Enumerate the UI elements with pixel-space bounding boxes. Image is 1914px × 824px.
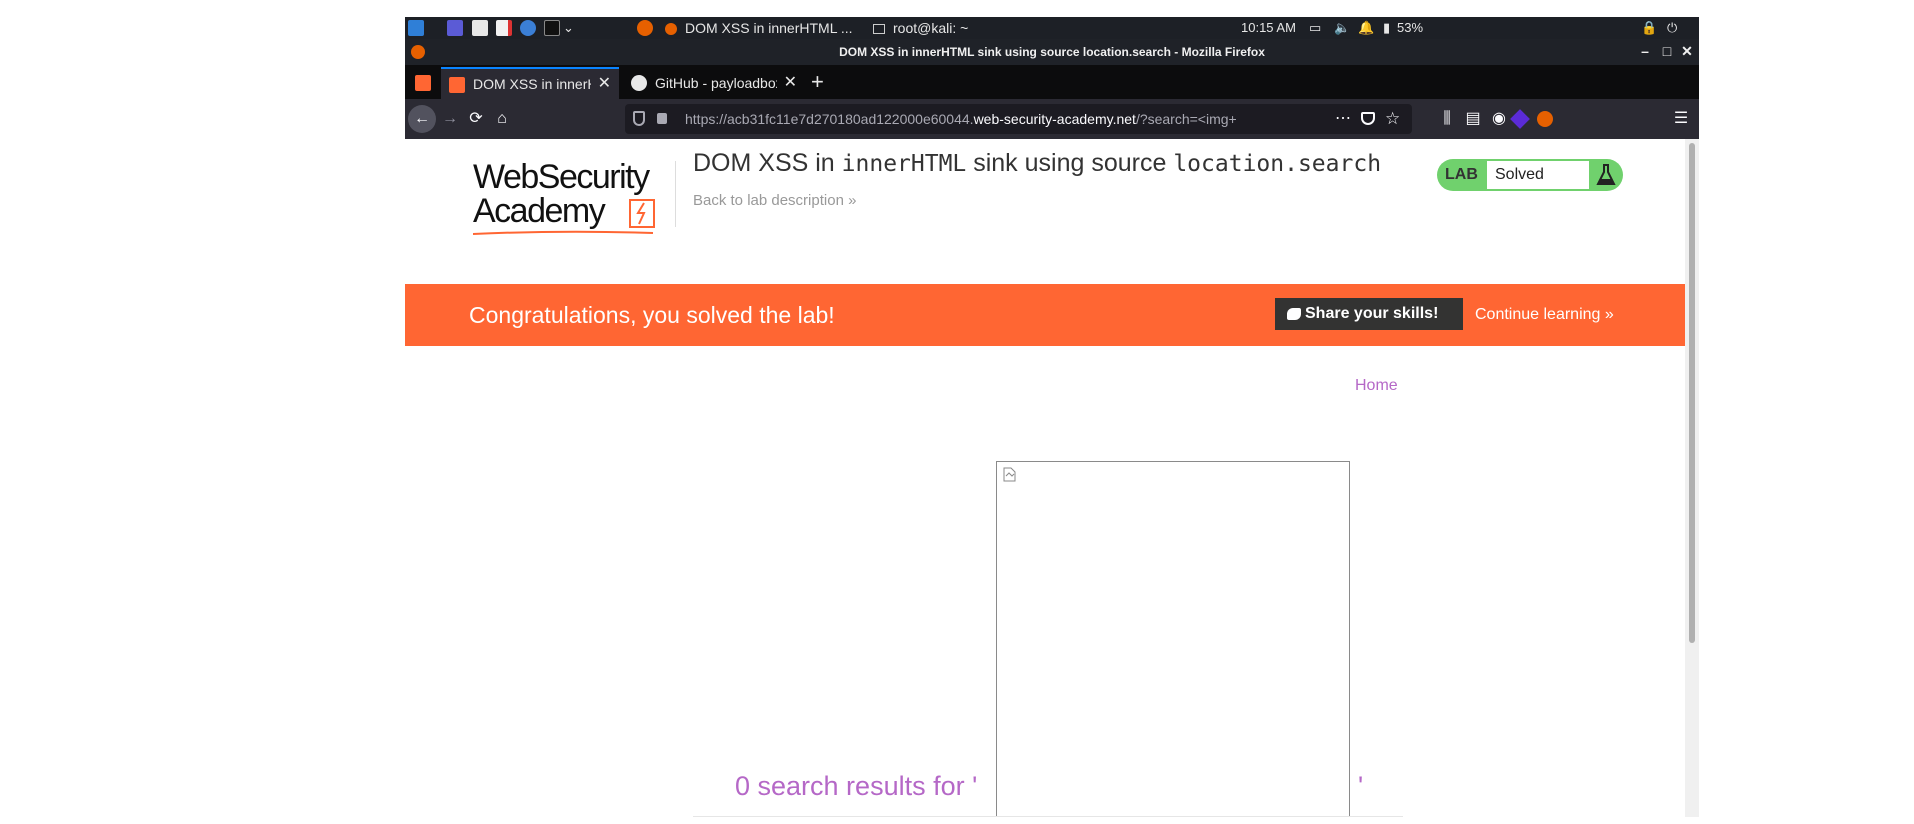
desktop-screen: ⌄ DOM XSS in innerHTML ... root@kali: ~ … [405, 17, 1699, 817]
pocket-icon[interactable] [1361, 112, 1375, 125]
extension-icon[interactable] [1510, 109, 1530, 129]
results-divider [693, 816, 1403, 817]
home-icon[interactable]: ⌂ [488, 105, 516, 133]
page-content: WebSecurity Academy DOM XSS in innerHTML… [405, 139, 1685, 817]
clock: 10:15 AM [1241, 20, 1296, 35]
logo-divider [675, 161, 676, 227]
kali-menu-icon[interactable] [408, 20, 424, 36]
tab-github[interactable]: GitHub - payloadbox/xss ✕ [623, 67, 805, 99]
terminal-icon[interactable] [544, 20, 560, 36]
text-editor-icon[interactable] [496, 20, 512, 36]
power-icon[interactable]: ⏻ [1667, 17, 1677, 39]
lock-icon[interactable]: 🔒 [1641, 17, 1657, 39]
home-link[interactable]: Home [1355, 377, 1398, 395]
twitter-icon [1287, 307, 1301, 320]
lock-icon[interactable] [657, 113, 667, 124]
lab-title: DOM XSS in innerHTML sink using source l… [693, 149, 1382, 177]
volume-icon[interactable]: 🔈 [1334, 17, 1350, 39]
url-text[interactable]: https://acb31fc11e7d270180ad122000e60044… [685, 104, 1325, 134]
account-icon[interactable]: ◉ [1485, 105, 1513, 133]
chevron-down-icon[interactable]: ⌄ [563, 17, 574, 39]
firefox-icon [665, 23, 677, 36]
window-title: DOM XSS in innerHTML sink using source l… [839, 45, 1265, 59]
web-security-academy-logo[interactable]: WebSecurity Academy [473, 159, 673, 239]
tab-dom-xss[interactable]: DOM XSS in innerHTML ✕ [441, 67, 619, 99]
solved-banner: Congratulations, you solved the lab! Sha… [405, 284, 1685, 346]
injected-broken-image [996, 461, 1350, 817]
lab-label: LAB [1445, 166, 1478, 183]
menu-icon[interactable]: ☰ [1667, 105, 1695, 133]
back-arrow-icon[interactable]: ← [408, 105, 436, 133]
broken-image-icon [1003, 467, 1016, 482]
minimize-icon[interactable]: – [1637, 43, 1653, 59]
workspace-icon[interactable] [447, 20, 463, 36]
terminal-icon [873, 24, 885, 35]
congratulations-message: Congratulations, you solved the lab! [469, 302, 835, 328]
close-icon[interactable]: ✕ [1679, 43, 1695, 59]
pinned-tab-academy-icon[interactable] [415, 75, 431, 91]
continue-learning-link[interactable]: Continue learning » [1475, 284, 1614, 346]
display-icon[interactable]: ▭ [1309, 17, 1321, 39]
close-tab-icon[interactable]: ✕ [598, 69, 611, 99]
forward-arrow-icon[interactable]: → [436, 105, 464, 133]
url-bar[interactable]: https://acb31fc11e7d270180ad122000e60044… [625, 104, 1412, 134]
academy-favicon-icon [449, 77, 465, 93]
scrollbar-thumb[interactable] [1689, 143, 1695, 643]
navigation-toolbar: ← → ⟳ ⌂ https://acb31fc11e7d270180ad1220… [405, 99, 1699, 139]
tab-strip: DOM XSS in innerHTML ✕ GitHub - payloadb… [405, 65, 1699, 99]
logo-underline-icon [473, 230, 653, 235]
search-results-heading: 0 search results for ' ' [735, 771, 1364, 801]
library-icon[interactable]: ⫼ [1433, 105, 1461, 133]
sidebar-icon[interactable]: ▤ [1459, 105, 1487, 133]
close-tab-icon[interactable]: ✕ [784, 67, 797, 99]
battery-percentage: 53% [1397, 20, 1424, 35]
taskbar-item-firefox[interactable]: DOM XSS in innerHTML ... [665, 17, 865, 39]
notification-bell-icon[interactable]: 🔔 [1358, 17, 1374, 39]
share-your-skills-button[interactable]: Share your skills! [1275, 298, 1463, 330]
lab-status-value: Solved [1487, 161, 1589, 189]
reload-icon[interactable]: ⟳ [462, 105, 490, 133]
maximize-icon[interactable]: □ [1659, 43, 1675, 59]
browser-icon[interactable] [520, 20, 536, 36]
page-scrollbar[interactable] [1685, 139, 1699, 817]
tracking-shield-icon[interactable] [633, 111, 645, 126]
github-icon [631, 75, 647, 91]
os-top-panel: ⌄ DOM XSS in innerHTML ... root@kali: ~ … [405, 17, 1699, 39]
flask-icon [1596, 164, 1616, 185]
window-titlebar: DOM XSS in innerHTML sink using source l… [405, 39, 1699, 65]
academy-logo-mark-icon [629, 199, 655, 228]
firefox-task-icon[interactable] [637, 20, 653, 36]
file-manager-icon[interactable] [472, 20, 488, 36]
battery-icon[interactable]: ▮ [1383, 17, 1390, 39]
taskbar-item-terminal[interactable]: root@kali: ~ [873, 17, 1003, 39]
foxyproxy-icon[interactable] [1537, 111, 1553, 127]
new-tab-icon[interactable]: + [811, 69, 824, 95]
bookmark-star-icon[interactable]: ☆ [1385, 104, 1400, 134]
page-actions-icon[interactable]: ⋯ [1335, 104, 1351, 134]
back-to-lab-description-link[interactable]: Back to lab description » [693, 192, 856, 209]
lab-status-badge: LAB Solved [1437, 159, 1623, 191]
